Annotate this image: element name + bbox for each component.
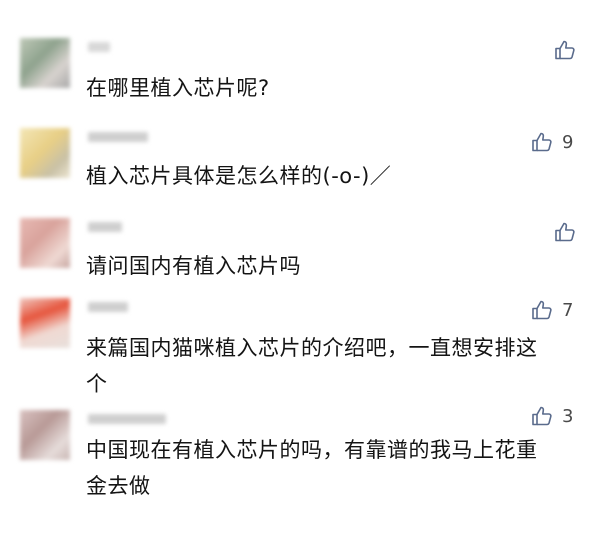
like-count: 3: [562, 405, 574, 427]
thumbs-up-icon: [555, 222, 575, 242]
username[interactable]: [88, 132, 148, 142]
comment-text: 在哪里植入芯片呢?: [86, 76, 270, 100]
comment-text: 植入芯片具体是怎么样的(-o-)／: [86, 164, 392, 188]
comment-item: 请问国内有植入芯片吗: [0, 210, 600, 290]
comment-item: 来篇国内猫咪植入芯片的介绍吧，一直想安排这个 7: [0, 290, 600, 400]
like-count: 9: [562, 131, 574, 153]
like-button[interactable]: 3: [530, 404, 573, 428]
avatar[interactable]: [20, 38, 70, 88]
like-button[interactable]: 7: [530, 298, 573, 322]
comment-text: 请问国内有植入芯片吗: [86, 254, 301, 278]
thumbs-up-icon: [532, 300, 552, 320]
username[interactable]: [88, 222, 122, 232]
comment-item: 中国现在有植入芯片的吗，有靠谱的我马上花重金去做 3: [0, 400, 600, 541]
thumbs-up-icon: [532, 406, 552, 426]
comment-item: 在哪里植入芯片呢?: [0, 0, 600, 120]
avatar[interactable]: [20, 128, 70, 178]
comment-item: 植入芯片具体是怎么样的(-o-)／ 9: [0, 120, 600, 210]
thumbs-up-icon: [532, 132, 552, 152]
username[interactable]: [88, 302, 128, 312]
avatar[interactable]: [20, 298, 70, 348]
like-button[interactable]: [553, 220, 585, 244]
comment-text: 中国现在有植入芯片的吗，有靠谱的我马上花重金去做: [86, 438, 538, 498]
avatar[interactable]: [20, 410, 70, 460]
username[interactable]: [88, 414, 166, 424]
like-button[interactable]: [553, 38, 585, 62]
like-count: 7: [562, 299, 574, 321]
avatar[interactable]: [20, 218, 70, 268]
thumbs-up-icon: [555, 40, 575, 60]
username[interactable]: [88, 42, 110, 52]
like-button[interactable]: 9: [530, 130, 573, 154]
comment-text: 来篇国内猫咪植入芯片的介绍吧，一直想安排这个: [86, 336, 538, 396]
